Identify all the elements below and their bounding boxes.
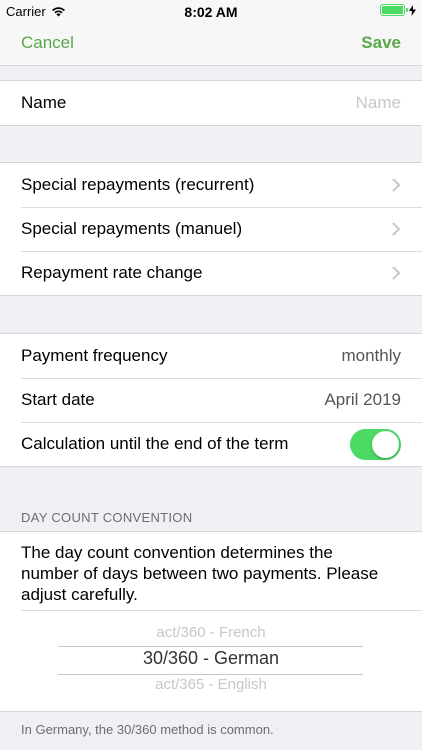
battery-icon [380, 4, 408, 16]
status-right [380, 4, 416, 16]
start-date-label: Start date [21, 390, 95, 409]
day-count-picker[interactable]: act/360 - French 30/360 - German act/365… [0, 618, 422, 698]
repayment-manual-label: Special repayments (manuel) [21, 219, 243, 238]
repayment-manual-row[interactable]: Special repayments (manuel) [0, 207, 422, 251]
chevron-right-icon [392, 222, 400, 236]
payment-frequency-value: monthly [341, 346, 401, 365]
repayment-recurrent-label: Special repayments (recurrent) [21, 175, 255, 194]
name-label: Name [21, 93, 67, 112]
cancel-button[interactable]: Cancel [21, 33, 74, 53]
charging-icon [409, 4, 416, 16]
navigation-bar: Cancel Save [0, 22, 422, 66]
rate-change-label: Repayment rate change [21, 263, 203, 282]
chevron-right-icon [392, 266, 400, 280]
picker-line [58, 674, 363, 675]
toggle-knob [372, 430, 399, 458]
picker-option[interactable]: act/365 - English [0, 676, 422, 693]
picker-option[interactable]: act/360 - French [0, 624, 422, 641]
picker-selected-option[interactable]: 30/360 - German [0, 648, 422, 669]
calculation-label: Calculation until the end of the term [21, 434, 289, 453]
repayment-recurrent-row[interactable]: Special repayments (recurrent) [0, 163, 422, 207]
day-count-header: DAY COUNT CONVENTION [21, 510, 193, 525]
day-count-section: The day count convention determines the … [0, 531, 422, 712]
status-bar: Carrier 8:02 AM [0, 0, 422, 22]
divider [21, 610, 422, 611]
name-section: Name [0, 80, 422, 126]
rate-change-row[interactable]: Repayment rate change [0, 251, 422, 295]
settings-section: Payment frequency monthly Start date Apr… [0, 333, 422, 467]
repayments-section: Special repayments (recurrent) Special r… [0, 162, 422, 296]
start-date-row[interactable]: Start date April 2019 [0, 378, 422, 422]
save-button[interactable]: Save [361, 33, 401, 53]
payment-frequency-label: Payment frequency [21, 346, 168, 365]
day-count-footer: In Germany, the 30/360 method is common. [21, 722, 274, 737]
picker-line [58, 646, 363, 647]
calculation-toggle[interactable] [350, 428, 401, 460]
payment-frequency-row[interactable]: Payment frequency monthly [0, 334, 422, 378]
name-row: Name [0, 81, 422, 125]
day-count-description: The day count convention determines the … [21, 543, 379, 604]
name-input[interactable] [251, 93, 401, 113]
start-date-value: April 2019 [324, 390, 401, 409]
status-time: 8:02 AM [184, 4, 238, 20]
calculation-row: Calculation until the end of the term [0, 422, 422, 466]
chevron-right-icon [392, 178, 400, 192]
